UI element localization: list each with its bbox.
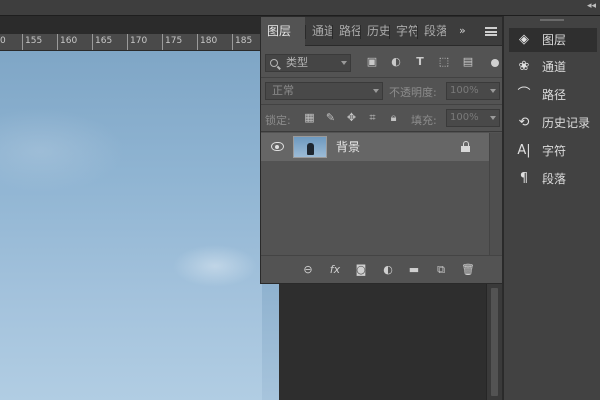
chevron-down-icon bbox=[341, 61, 347, 65]
tab-channels[interactable]: 通道 bbox=[306, 17, 332, 46]
lock-label: 锁定: bbox=[265, 114, 291, 127]
lock-all-icon[interactable]: 🔒︎ bbox=[387, 111, 400, 124]
layers-icon: ◈ bbox=[519, 32, 529, 47]
layer-thumbnail bbox=[293, 136, 327, 158]
ruler-label: 185 bbox=[235, 36, 253, 46]
fx-icon[interactable]: fx bbox=[328, 263, 342, 277]
lock-transparent-icon[interactable]: ▦ bbox=[303, 111, 316, 124]
pixel-filter-icon[interactable]: ▣ bbox=[365, 55, 379, 69]
chevron-down-icon bbox=[373, 89, 379, 93]
blend-row: 正常 不透明度: 100% bbox=[261, 78, 502, 105]
type-filter-icon[interactable]: T bbox=[413, 55, 427, 69]
dock-item-label: 段落 bbox=[542, 172, 567, 186]
dock-item-paragraph[interactable]: ¶ 段落 bbox=[509, 167, 597, 191]
opacity-value: 100% bbox=[450, 85, 479, 96]
layers-bottom-toolbar: ⊖ fx ◙ ◐ ▬ ⧉ 🗑︎ bbox=[261, 255, 502, 283]
ruler-label: 180 bbox=[200, 36, 218, 46]
panel-menu-icon[interactable] bbox=[485, 27, 497, 36]
layer-row[interactable]: 背景 bbox=[261, 133, 489, 161]
blend-mode-value: 正常 bbox=[272, 84, 294, 97]
tab-overflow-button[interactable]: » bbox=[459, 17, 466, 46]
opacity-field[interactable]: 100% bbox=[446, 82, 500, 100]
dock-item-label: 图层 bbox=[542, 33, 567, 47]
ruler-label: 155 bbox=[25, 36, 43, 46]
tab-paragraph[interactable]: 段落 bbox=[418, 17, 446, 46]
lock-icon bbox=[461, 141, 470, 152]
lock-artboard-icon[interactable]: ⌗ bbox=[366, 111, 379, 124]
vertical-scrollbar[interactable] bbox=[486, 284, 502, 400]
fill-label: 填充: bbox=[411, 114, 437, 127]
layer-name[interactable]: 背景 bbox=[336, 133, 360, 161]
horizontal-ruler: 0 155 160 165 170 175 180 185 bbox=[0, 34, 262, 51]
dock-item-layers[interactable]: ◈ 图层 bbox=[509, 28, 597, 52]
dock-item-paths[interactable]: ⌒ 路径 bbox=[509, 83, 597, 107]
ruler-label: 160 bbox=[60, 36, 78, 46]
channels-icon: ❀ bbox=[518, 59, 530, 74]
ruler-tick bbox=[57, 34, 58, 50]
tab-history[interactable]: 历史 bbox=[361, 17, 389, 46]
layers-scrollbar[interactable] bbox=[489, 133, 502, 255]
character-icon: A| bbox=[517, 143, 531, 158]
lock-row: 锁定: ▦ ✎ ✥ ⌗ 🔒︎ 填充: 100% bbox=[261, 105, 502, 132]
ruler-tick bbox=[162, 34, 163, 50]
ruler-label: 170 bbox=[130, 36, 148, 46]
scrollbar-thumb[interactable] bbox=[491, 288, 498, 396]
dock-item-history[interactable]: ⟲ 历史记录 bbox=[509, 111, 597, 135]
layers-panel: 图层 通道 路径 历史 字符 段落 » 类型 ▣ ◐ T ⬚ ▤ 正常 不透明度… bbox=[260, 16, 503, 284]
adjustment-layer-icon[interactable]: ◐ bbox=[381, 263, 395, 277]
lock-image-icon[interactable]: ✎ bbox=[324, 111, 337, 124]
shape-filter-icon[interactable]: ⬚ bbox=[437, 55, 451, 69]
smart-object-filter-icon[interactable]: ▤ bbox=[461, 55, 475, 69]
blend-mode-select[interactable]: 正常 bbox=[265, 82, 383, 100]
chevron-down-icon bbox=[490, 89, 496, 93]
dock-item-character[interactable]: A| 字符 bbox=[509, 139, 597, 163]
panel-tab-bar: 图层 通道 路径 历史 字符 段落 » bbox=[261, 17, 502, 47]
thumbnail-figure bbox=[307, 143, 314, 155]
ruler-label: 165 bbox=[95, 36, 113, 46]
tab-character[interactable]: 字符 bbox=[390, 17, 417, 46]
panel-dock: ◈ 图层 ❀ 通道 ⌒ 路径 ⟲ 历史记录 A| 字符 ¶ 段落 bbox=[503, 16, 600, 400]
search-icon bbox=[270, 59, 278, 67]
document-canvas-edge[interactable] bbox=[262, 284, 279, 400]
filter-kind-label: 类型 bbox=[286, 56, 308, 69]
dock-item-label: 历史记录 bbox=[542, 116, 591, 130]
opacity-label: 不透明度: bbox=[389, 86, 437, 99]
canvas-area bbox=[262, 284, 502, 400]
add-mask-icon[interactable]: ◙ bbox=[354, 263, 368, 277]
dock-item-label: 字符 bbox=[542, 144, 567, 158]
dock-item-label: 路径 bbox=[542, 88, 567, 102]
filter-kind-select[interactable]: 类型 bbox=[265, 54, 351, 72]
ruler-tick bbox=[232, 34, 233, 50]
ruler-tick bbox=[127, 34, 128, 50]
ruler-label: 0 bbox=[0, 36, 6, 46]
document-canvas[interactable] bbox=[0, 51, 262, 400]
lock-position-icon[interactable]: ✥ bbox=[345, 111, 358, 124]
dock-item-channels[interactable]: ❀ 通道 bbox=[509, 55, 597, 79]
dock-item-label: 通道 bbox=[542, 60, 567, 74]
trash-icon[interactable]: 🗑︎ bbox=[461, 263, 475, 277]
collapse-panels-button[interactable]: ◂◂ bbox=[587, 1, 596, 11]
dock-grip[interactable] bbox=[540, 19, 564, 21]
layer-filter-row: 类型 ▣ ◐ T ⬚ ▤ bbox=[261, 48, 502, 78]
eye-icon[interactable] bbox=[271, 142, 284, 151]
lock-body bbox=[461, 146, 470, 152]
paragraph-icon: ¶ bbox=[519, 171, 529, 186]
fill-field[interactable]: 100% bbox=[446, 109, 500, 127]
ruler-tick bbox=[92, 34, 93, 50]
filter-toggle-icon[interactable] bbox=[491, 59, 499, 67]
adjustment-filter-icon[interactable]: ◐ bbox=[389, 55, 403, 69]
top-strip: ◂◂ bbox=[0, 0, 600, 16]
new-group-icon[interactable]: ▬ bbox=[407, 263, 421, 277]
chevron-down-icon bbox=[490, 116, 496, 120]
new-layer-icon[interactable]: ⧉ bbox=[434, 263, 448, 277]
link-layers-icon[interactable]: ⊖ bbox=[301, 263, 315, 277]
tab-layers[interactable]: 图层 bbox=[261, 17, 305, 47]
ruler-tick bbox=[22, 34, 23, 50]
ruler-label: 175 bbox=[165, 36, 183, 46]
paths-icon: ⌒ bbox=[517, 87, 531, 102]
tab-paths[interactable]: 路径 bbox=[333, 17, 360, 46]
ruler-tick bbox=[197, 34, 198, 50]
history-icon: ⟲ bbox=[518, 115, 530, 130]
fill-value: 100% bbox=[450, 112, 479, 123]
